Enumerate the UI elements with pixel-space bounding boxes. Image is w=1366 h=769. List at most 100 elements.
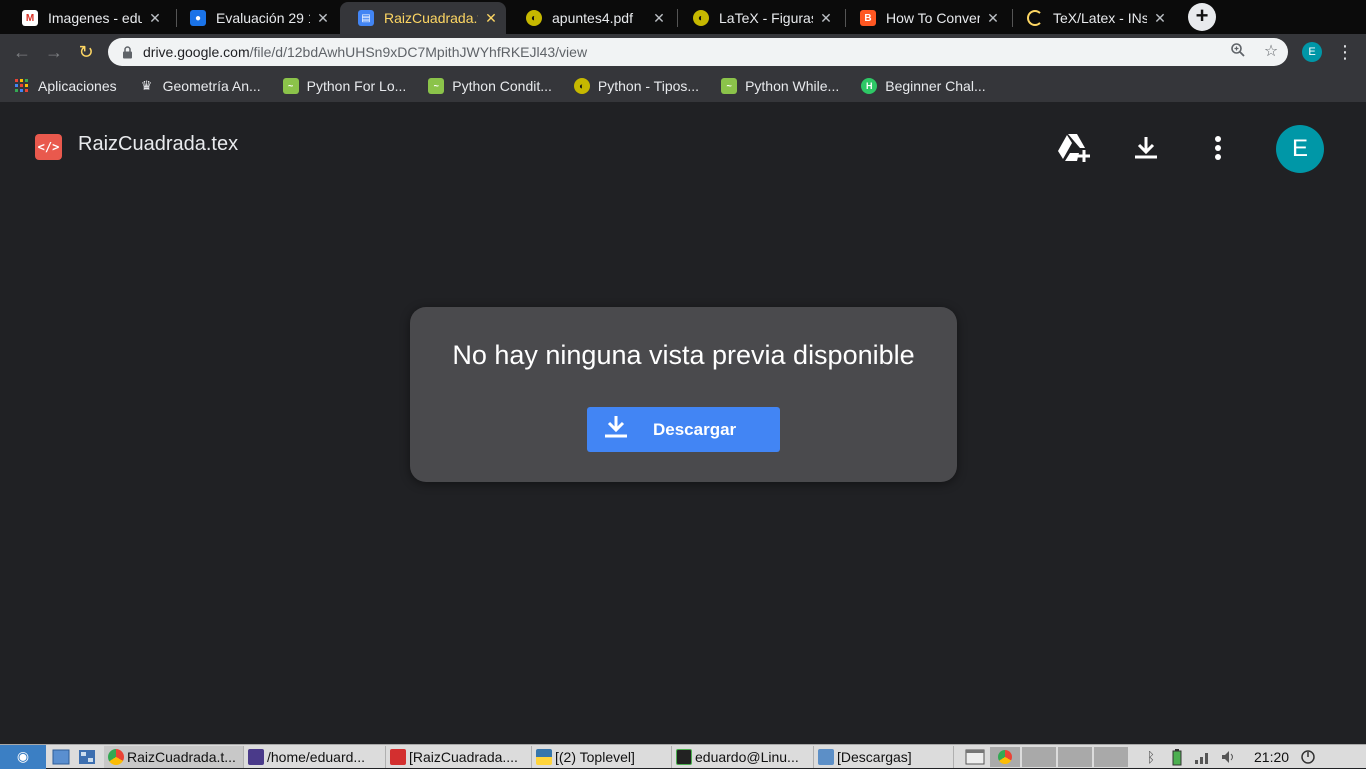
signal-icon[interactable] <box>1192 747 1214 767</box>
power-icon[interactable] <box>1297 747 1319 767</box>
tab-title: Imagenes - edu <box>48 10 142 26</box>
apps-grid-icon <box>14 78 30 94</box>
bookmark-label: Geometría An... <box>162 78 261 94</box>
loading-icon <box>1027 10 1043 26</box>
bluetooth-icon[interactable]: ᛒ <box>1140 747 1162 767</box>
overleaf-icon: ◐ <box>693 10 709 26</box>
chrome-icon[interactable] <box>990 746 1020 767</box>
task-label: [Descargas] <box>837 748 912 765</box>
clock[interactable]: 21:20 <box>1254 749 1289 765</box>
drive-preview-viewer: </> RaizCuadrada.tex E No hay ninguna vi… <box>0 104 1366 744</box>
window-list-icon[interactable] <box>964 747 986 767</box>
browser-menu-icon[interactable]: ⋮ <box>1336 40 1354 64</box>
task-label: [RaizCuadrada.... <box>409 748 518 765</box>
reload-icon[interactable]: ↻ <box>74 40 98 64</box>
address-bar[interactable]: drive.google.com/file/d/12bdAwhUHSn9xDC7… <box>108 38 1288 66</box>
python-icon: ~ <box>428 78 445 94</box>
workspace-switcher-icon[interactable] <box>76 747 98 767</box>
bookmark-star-icon[interactable]: ☆ <box>1261 42 1281 62</box>
tab-title: TeX/Latex - INs <box>1053 10 1147 26</box>
bookmark-item[interactable]: Aplicaciones <box>14 78 117 94</box>
close-icon[interactable]: ✕ <box>1153 10 1167 27</box>
taskbar-task[interactable]: eduardo@Linu... <box>672 745 814 768</box>
trophy-icon: ♛ <box>140 78 153 93</box>
tab-title: LaTeX - Figuras <box>719 10 813 26</box>
download-icon[interactable] <box>1128 130 1164 166</box>
new-tab-button[interactable]: + <box>1188 3 1216 31</box>
back-arrow-icon[interactable]: ← <box>10 40 34 64</box>
network-monitor <box>1094 746 1128 767</box>
tab-imagenes[interactable]: M Imagenes - edu ✕ <box>4 2 170 34</box>
cpu-monitor <box>1022 746 1056 767</box>
bookmark-label: Python While... <box>745 78 840 94</box>
no-preview-card: No hay ninguna vista previa disponible D… <box>410 307 957 482</box>
tab-latex-figuras[interactable]: ◐ LaTeX - Figuras ✕ <box>675 2 841 34</box>
download-button[interactable]: Descargar <box>587 407 780 452</box>
taskbar-task[interactable]: [(2) Toplevel] <box>532 745 672 768</box>
task-label: [(2) Toplevel] <box>555 748 635 765</box>
memory-monitor <box>1058 746 1092 767</box>
more-options-icon[interactable] <box>1200 130 1236 166</box>
bookmark-item[interactable]: ~ Python While... <box>721 78 839 94</box>
tab-raizcuadrada[interactable]: ▤ RaizCuadrada.t ✕ <box>340 2 506 34</box>
tab-evaluacion[interactable]: ● Evaluación 29 1 ✕ <box>172 2 338 34</box>
lock-icon <box>122 45 133 59</box>
url-text: drive.google.com/file/d/12bdAwhUHSn9xDC7… <box>143 44 588 60</box>
tab-title: Evaluación 29 1 <box>216 10 310 26</box>
bookmark-label: Beginner Chal... <box>885 78 986 94</box>
task-label: eduardo@Linu... <box>695 748 799 765</box>
file-name: RaizCuadrada.tex <box>78 133 239 155</box>
close-icon[interactable]: ✕ <box>986 10 1000 27</box>
profile-avatar-small[interactable]: E <box>1302 42 1322 62</box>
forward-arrow-icon[interactable]: → <box>42 40 66 64</box>
show-desktop-icon[interactable] <box>50 747 72 767</box>
os-taskbar: ◉ RaizCuadrada.t... /home/eduard... [Rai… <box>0 744 1366 769</box>
volume-icon[interactable] <box>1218 747 1240 767</box>
taskbar-task[interactable]: [Descargas] <box>814 745 954 768</box>
file-manager-icon <box>248 748 264 765</box>
close-icon[interactable]: ✕ <box>484 10 498 27</box>
bookmark-item[interactable]: ~ Python For Lo... <box>282 78 407 94</box>
python-icon <box>536 748 552 765</box>
close-icon[interactable]: ✕ <box>652 10 666 27</box>
browser-toolbar: ← → ↻ drive.google.com/file/d/12bdAwhUHS… <box>0 34 1366 70</box>
overleaf-icon: ◐ <box>526 10 542 26</box>
code-file-icon: </> <box>35 134 62 160</box>
folder-icon <box>818 748 834 765</box>
terminal-icon <box>676 748 692 765</box>
drive-file-icon: ▤ <box>358 10 374 26</box>
bookmark-item[interactable]: ♛ Geometría An... <box>139 78 261 94</box>
python-icon: ~ <box>721 78 738 94</box>
account-avatar[interactable]: E <box>1276 125 1324 173</box>
close-icon[interactable]: ✕ <box>316 10 330 27</box>
zoom-icon[interactable] <box>1228 42 1248 62</box>
download-button-label: Descargar <box>653 419 737 439</box>
bookmark-item[interactable]: H Beginner Chal... <box>861 78 986 94</box>
hackerrank-icon: H <box>861 78 878 94</box>
bookmark-label: Python - Tipos... <box>597 78 700 94</box>
close-icon[interactable]: ✕ <box>148 10 162 27</box>
tab-title: RaizCuadrada.t <box>384 10 478 26</box>
blogger-icon: B <box>860 10 876 26</box>
pdf-icon <box>390 748 406 765</box>
tab-how-to-convert[interactable]: B How To Conver ✕ <box>842 2 1008 34</box>
battery-icon[interactable] <box>1166 747 1188 767</box>
bookmarks-bar: Aplicaciones ♛ Geometría An... ~ Python … <box>0 70 1366 102</box>
no-preview-message: No hay ninguna vista previa disponible <box>452 340 915 370</box>
bookmark-item[interactable]: ~ Python Condit... <box>428 78 552 94</box>
gmail-icon: M <box>22 10 38 26</box>
task-label: RaizCuadrada.t... <box>127 748 236 765</box>
chrome-icon <box>108 748 124 765</box>
tab-strip: M Imagenes - edu ✕ ● Evaluación 29 1 ✕ ▤… <box>0 0 1366 34</box>
tab-apuntes[interactable]: ◐ apuntes4.pdf ✕ <box>508 2 674 34</box>
taskbar-task[interactable]: /home/eduard... <box>244 745 386 768</box>
taskbar-task[interactable]: [RaizCuadrada.... <box>386 745 532 768</box>
close-icon[interactable]: ✕ <box>819 10 833 27</box>
taskbar-task[interactable]: RaizCuadrada.t... <box>104 745 244 768</box>
bookmark-item[interactable]: ◐ Python - Tipos... <box>573 78 700 94</box>
classroom-icon: ● <box>190 10 206 26</box>
start-menu-icon[interactable]: ◉ <box>0 744 46 769</box>
add-to-drive-icon[interactable] <box>1056 130 1092 166</box>
bookmark-label: Python For Lo... <box>306 78 407 94</box>
tab-tex-latex[interactable]: TeX/Latex - INs ✕ <box>1009 2 1175 34</box>
